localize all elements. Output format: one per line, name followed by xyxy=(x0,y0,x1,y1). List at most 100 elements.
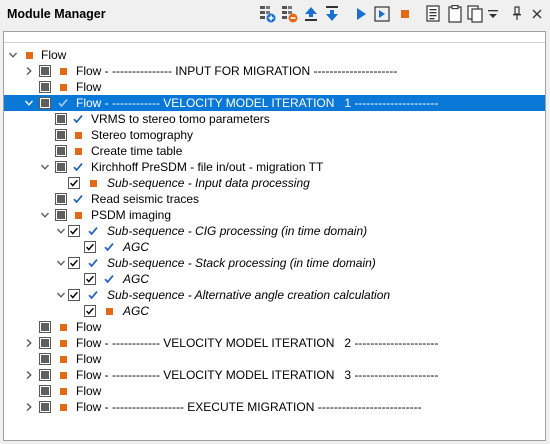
module-check-icon xyxy=(87,255,99,271)
expand-arrow-down-icon[interactable] xyxy=(7,47,19,63)
tree-row[interactable]: Read seismic traces xyxy=(4,191,545,207)
tree-row[interactable]: Create time table xyxy=(4,143,545,159)
add-module-icon[interactable] xyxy=(258,4,276,24)
disabled-checkbox[interactable] xyxy=(55,209,67,221)
run-step-icon[interactable] xyxy=(374,4,390,24)
tree-row-label: Stereo tomography xyxy=(91,128,194,142)
module-check-icon xyxy=(72,191,84,207)
tree-row-label: Read seismic traces xyxy=(91,192,200,206)
tree-header xyxy=(4,32,545,43)
disabled-checkbox[interactable] xyxy=(39,401,51,413)
tree-row[interactable]: Flow - ------------ VELOCITY MODEL ITERA… xyxy=(4,367,545,383)
disabled-checkbox[interactable] xyxy=(39,65,51,77)
disabled-checkbox[interactable] xyxy=(39,81,51,93)
tree-row-label: Flow - ------------------ EXECUTE MIGRAT… xyxy=(76,400,422,414)
tree-row-label: AGC xyxy=(123,272,150,286)
module-square-icon xyxy=(57,351,69,367)
disabled-checkbox[interactable] xyxy=(55,145,67,157)
module-square-icon xyxy=(57,319,69,335)
run-icon[interactable] xyxy=(354,4,368,24)
tree-row[interactable]: Sub-sequence - Stack processing (in time… xyxy=(4,255,545,271)
checked-checkbox[interactable] xyxy=(68,257,80,269)
tree-row-label: Flow - ------------ VELOCITY MODEL ITERA… xyxy=(76,96,439,110)
module-tree[interactable]: Flow Flow - --------------- INPUT FOR MIG… xyxy=(3,31,546,441)
pin-icon[interactable] xyxy=(511,4,523,24)
expand-arrow-right-icon[interactable] xyxy=(23,63,35,79)
tree-row[interactable]: Flow - --------------- INPUT FOR MIGRATI… xyxy=(4,63,545,79)
tree-row-label: Flow - ------------ VELOCITY MODEL ITERA… xyxy=(76,336,439,350)
module-square-icon xyxy=(57,79,69,95)
expand-arrow-right-icon[interactable] xyxy=(23,367,35,383)
copy-icon[interactable] xyxy=(467,4,483,24)
tree-row[interactable]: Sub-sequence - Alternative angle creatio… xyxy=(4,287,545,303)
module-check-icon xyxy=(87,287,99,303)
tree-row[interactable]: Flow - ------------ VELOCITY MODEL ITERA… xyxy=(4,335,545,351)
disabled-checkbox[interactable] xyxy=(39,97,51,109)
module-square-icon xyxy=(57,63,69,79)
disabled-checkbox[interactable] xyxy=(39,369,51,381)
checked-checkbox[interactable] xyxy=(84,305,96,317)
expand-arrow-right-icon[interactable] xyxy=(23,335,35,351)
disabled-checkbox[interactable] xyxy=(55,193,67,205)
clipboard-icon[interactable] xyxy=(447,4,463,24)
tree-row[interactable]: Sub-sequence - CIG processing (in time d… xyxy=(4,223,545,239)
disabled-checkbox[interactable] xyxy=(55,129,67,141)
checked-checkbox[interactable] xyxy=(68,289,80,301)
disabled-checkbox[interactable] xyxy=(39,337,51,349)
disabled-checkbox[interactable] xyxy=(39,385,51,397)
tree-row[interactable]: VRMS to stereo tomo parameters xyxy=(4,111,545,127)
module-square-icon xyxy=(87,175,99,191)
tree-row[interactable]: Flow xyxy=(4,47,545,63)
tree-row-label: VRMS to stereo tomo parameters xyxy=(91,112,270,126)
checked-checkbox[interactable] xyxy=(68,225,80,237)
tree-row[interactable]: AGC xyxy=(4,303,545,319)
tree-row[interactable]: Stereo tomography xyxy=(4,127,545,143)
tree-row[interactable]: Flow - ------------------ EXECUTE MIGRAT… xyxy=(4,399,545,415)
tree-row-label: AGC xyxy=(123,304,150,318)
module-square-icon xyxy=(72,143,84,159)
disabled-checkbox[interactable] xyxy=(39,321,51,333)
tree-row[interactable]: Flow xyxy=(4,383,545,399)
module-check-icon xyxy=(57,95,69,111)
expand-arrow-down-icon[interactable] xyxy=(39,207,51,223)
module-square-icon xyxy=(57,399,69,415)
checked-checkbox[interactable] xyxy=(84,241,96,253)
disabled-checkbox[interactable] xyxy=(55,113,67,125)
dropdown-icon[interactable] xyxy=(486,4,500,24)
tree-row-label: Create time table xyxy=(91,144,183,158)
expand-arrow-down-icon[interactable] xyxy=(55,255,67,271)
module-square-icon xyxy=(72,127,84,143)
tree-row[interactable]: Sub-sequence - Input data processing xyxy=(4,175,545,191)
move-down-icon[interactable] xyxy=(324,4,340,24)
disabled-checkbox[interactable] xyxy=(39,353,51,365)
disabled-checkbox[interactable] xyxy=(55,161,67,173)
tree-row[interactable]: Kirchhoff PreSDM - file in/out - migrati… xyxy=(4,159,545,175)
tree-row[interactable]: AGC xyxy=(4,239,545,255)
checked-checkbox[interactable] xyxy=(68,177,80,189)
tree-row-label: Flow xyxy=(76,80,102,94)
tree-row[interactable]: Flow xyxy=(4,319,545,335)
tree-row[interactable]: Flow - ------------ VELOCITY MODEL ITERA… xyxy=(4,95,545,111)
expand-arrow-down-icon[interactable] xyxy=(55,287,67,303)
tree-row[interactable]: PSDM imaging xyxy=(4,207,545,223)
expand-arrow-down-icon[interactable] xyxy=(39,159,51,175)
tree-row-label: Flow xyxy=(41,48,67,62)
tree-row-label: Flow xyxy=(76,320,102,334)
tree-row[interactable]: Flow xyxy=(4,351,545,367)
checked-checkbox[interactable] xyxy=(84,273,96,285)
tree-row-label: Sub-sequence - Input data processing xyxy=(107,176,310,190)
tree-row[interactable]: AGC xyxy=(4,271,545,287)
stop-icon[interactable] xyxy=(398,4,412,24)
module-check-icon xyxy=(87,223,99,239)
log-icon[interactable] xyxy=(425,4,441,24)
module-check-icon xyxy=(103,239,115,255)
expand-arrow-down-icon[interactable] xyxy=(23,95,35,111)
remove-module-icon[interactable] xyxy=(280,4,298,24)
move-up-icon[interactable] xyxy=(303,4,319,24)
module-square-icon xyxy=(57,383,69,399)
expand-arrow-down-icon[interactable] xyxy=(55,223,67,239)
tree-row-label: Sub-sequence - Stack processing (in time… xyxy=(107,256,376,270)
expand-arrow-right-icon[interactable] xyxy=(23,399,35,415)
close-icon[interactable] xyxy=(530,4,544,24)
tree-row[interactable]: Flow xyxy=(4,79,545,95)
